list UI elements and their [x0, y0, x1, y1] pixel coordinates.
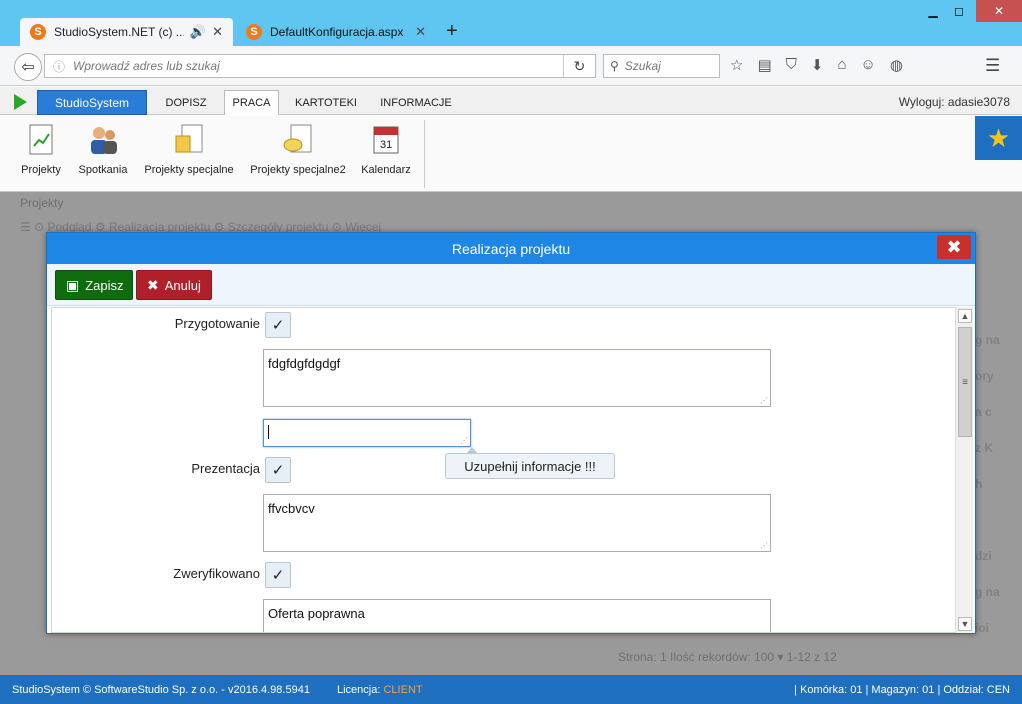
ribbon-projekty-specjalne[interactable]: Projekty specjalne: [140, 124, 238, 186]
tab-kartoteki[interactable]: KARTOTEKI: [288, 90, 364, 115]
status-copyright: StudioSystem © SoftwareStudio Sp. z o.o.…: [12, 683, 310, 696]
realizacja-dialog: Realizacja projektu ✖ ▣ Zapisz ✖ Anuluj …: [46, 232, 976, 634]
special-project-icon: [174, 124, 204, 156]
browser-tab-defaultkonfiguracja[interactable]: S DefaultKonfiguracja.aspx ✕: [236, 18, 436, 46]
dialog-scrollbar[interactable]: ▲ ≡ ▼: [955, 307, 973, 633]
new-tab-button[interactable]: +: [446, 20, 458, 43]
studiosystem-logo-icon: S: [246, 24, 262, 40]
dialog-toolbar: ▣ Zapisz ✖ Anuluj: [47, 264, 975, 306]
text-caret: [268, 425, 269, 439]
browser-titlebar: S StudioSystem.NET (c) ... 🔊 ✕ S Default…: [0, 0, 1022, 46]
url-placeholder: Wprowadź adres lub szukaj: [73, 59, 220, 73]
reading-list-icon[interactable]: ▤: [757, 56, 771, 74]
url-bar[interactable]: ⓘ Wprowadź adres lub szukaj ↻: [44, 54, 596, 78]
bookmark-star-icon[interactable]: ☆: [730, 56, 743, 74]
chart-document-icon: [26, 124, 56, 156]
close-tab-icon[interactable]: ✕: [415, 24, 426, 40]
textarea-prezentacja[interactable]: ffvcbvcv ⋰: [263, 494, 771, 552]
pocket-icon[interactable]: ⛉: [786, 56, 797, 74]
floppy-icon: ▣: [66, 276, 80, 293]
favorites-star-icon[interactable]: ★: [975, 116, 1022, 160]
people-icon: [88, 124, 118, 156]
ribbon-spotkania[interactable]: Spotkania: [74, 124, 132, 186]
textarea-value: Oferta poprawna: [268, 606, 365, 621]
scroll-thumb[interactable]: ≡: [958, 327, 972, 437]
status-bar: StudioSystem © SoftwareStudio Sp. z o.o.…: [0, 675, 1022, 704]
ribbon-label: Projekty specjalne2: [250, 164, 346, 176]
back-button[interactable]: ⇦: [14, 53, 42, 81]
save-button-label: Zapisz: [85, 277, 124, 293]
emoji-icon[interactable]: ☺: [861, 56, 876, 74]
checkbox-zweryfikowano[interactable]: ✓: [265, 562, 291, 588]
browser-tab-label: DefaultKonfiguracja.aspx: [270, 25, 404, 39]
toolbar-icons: ☆ ▤ ⛉ ⬇ ⌂ ☺ ◍: [730, 56, 903, 74]
textarea-zweryfikowano[interactable]: Oferta poprawna: [263, 599, 771, 632]
checkbox-przygotowanie[interactable]: ✓: [265, 312, 291, 338]
ribbon-separator: [424, 120, 425, 188]
close-tab-icon[interactable]: ✕: [212, 24, 223, 40]
dialog-form: Przygotowanie ✓ fdgfdgfdgdgf ⋰ ⋰ Uzupełn…: [51, 307, 959, 633]
label-zweryfikowano: Zweryfikowano: [173, 566, 260, 581]
resize-grip-icon[interactable]: ⋰: [760, 396, 768, 405]
reload-icon[interactable]: ↻: [563, 55, 595, 77]
license-value: CLIENT: [383, 683, 423, 696]
cancel-button[interactable]: ✖ Anuluj: [136, 270, 212, 300]
scroll-down-icon[interactable]: ▼: [958, 617, 972, 631]
ribbon-label: Projekty: [21, 164, 61, 176]
note-input-przygotowanie[interactable]: ⋰: [263, 419, 471, 447]
browser-tab-label: StudioSystem.NET (c) ...: [54, 25, 184, 39]
license-label: Licencja:: [337, 683, 384, 696]
resize-grip-icon[interactable]: ⋰: [760, 541, 768, 550]
window-close-button[interactable]: ✕: [976, 0, 1022, 22]
tab-informacje[interactable]: INFORMACJE: [372, 90, 460, 115]
checkbox-prezentacja[interactable]: ✓: [265, 457, 291, 483]
brand-tab[interactable]: StudioSystem: [37, 90, 147, 115]
maximize-button[interactable]: ◻: [942, 0, 976, 22]
label-przygotowanie: Przygotowanie: [174, 316, 260, 331]
validation-tooltip: Uzupełnij informacje !!!: [445, 447, 615, 479]
speaker-icon[interactable]: 🔊: [190, 24, 206, 40]
search-input[interactable]: ⚲ Szukaj: [603, 54, 720, 78]
textarea-value: fdgfdgfdgdgf: [268, 356, 341, 371]
save-button[interactable]: ▣ Zapisz: [55, 270, 133, 300]
play-icon[interactable]: [14, 94, 27, 110]
logout-link[interactable]: Wyloguj: adasie3078: [899, 95, 1010, 109]
textarea-przygotowanie[interactable]: fdgfdgfdgdgf ⋰: [263, 349, 771, 407]
ribbon-kalendarz[interactable]: 31 Kalendarz: [358, 124, 414, 186]
app-menubar: StudioSystem DOPISZ PRACA KARTOTEKI INFO…: [0, 87, 1022, 115]
label-prezentacja: Prezentacja: [191, 461, 260, 476]
cancel-button-label: Anuluj: [164, 277, 201, 293]
globe-icon[interactable]: ◍: [890, 56, 903, 74]
search-icon: ⚲: [610, 59, 619, 73]
download-icon[interactable]: ⬇: [811, 56, 824, 74]
browser-tab-studiosystem[interactable]: S StudioSystem.NET (c) ... 🔊 ✕: [20, 18, 233, 46]
textarea-value: ffvcbvcv: [268, 501, 315, 516]
hamburger-menu-icon[interactable]: ☰: [985, 56, 1000, 76]
dialog-close-button[interactable]: ✖: [937, 235, 971, 259]
tab-dopisz[interactable]: DOPISZ: [155, 90, 217, 115]
svg-text:31: 31: [380, 139, 392, 151]
ribbon-label: Spotkania: [78, 164, 128, 176]
special-project2-icon: [283, 124, 313, 156]
status-license: Licencja: CLIENT: [337, 684, 423, 696]
calendar-icon: 31: [371, 124, 401, 156]
ribbon: Projekty Spotkania Projekty specjalne Pr…: [0, 116, 1022, 192]
browser-navbar: ⇦ ⓘ Wprowadź adres lub szukaj ↻ ⚲ Szukaj…: [0, 46, 1022, 86]
cancel-x-icon: ✖: [147, 276, 159, 293]
info-icon[interactable]: ⓘ: [53, 58, 65, 75]
studiosystem-logo-icon: S: [30, 24, 46, 40]
dialog-title: Realizacja projektu: [451, 240, 571, 257]
resize-grip-icon[interactable]: ⋰: [460, 436, 468, 445]
home-icon[interactable]: ⌂: [837, 56, 846, 74]
ribbon-projekty[interactable]: Projekty: [18, 124, 64, 186]
ribbon-label: Kalendarz: [361, 164, 411, 176]
search-placeholder: Szukaj: [624, 59, 661, 73]
ribbon-projekty-specjalne2[interactable]: Projekty specjalne2: [246, 124, 350, 186]
tab-praca[interactable]: PRACA: [224, 90, 279, 115]
dialog-header: Realizacja projektu ✖: [47, 233, 975, 264]
scroll-up-icon[interactable]: ▲: [958, 309, 972, 323]
status-location: | Komórka: 01 | Magazyn: 01 | Oddział: C…: [794, 683, 1010, 696]
ribbon-label: Projekty specjalne: [144, 164, 234, 176]
